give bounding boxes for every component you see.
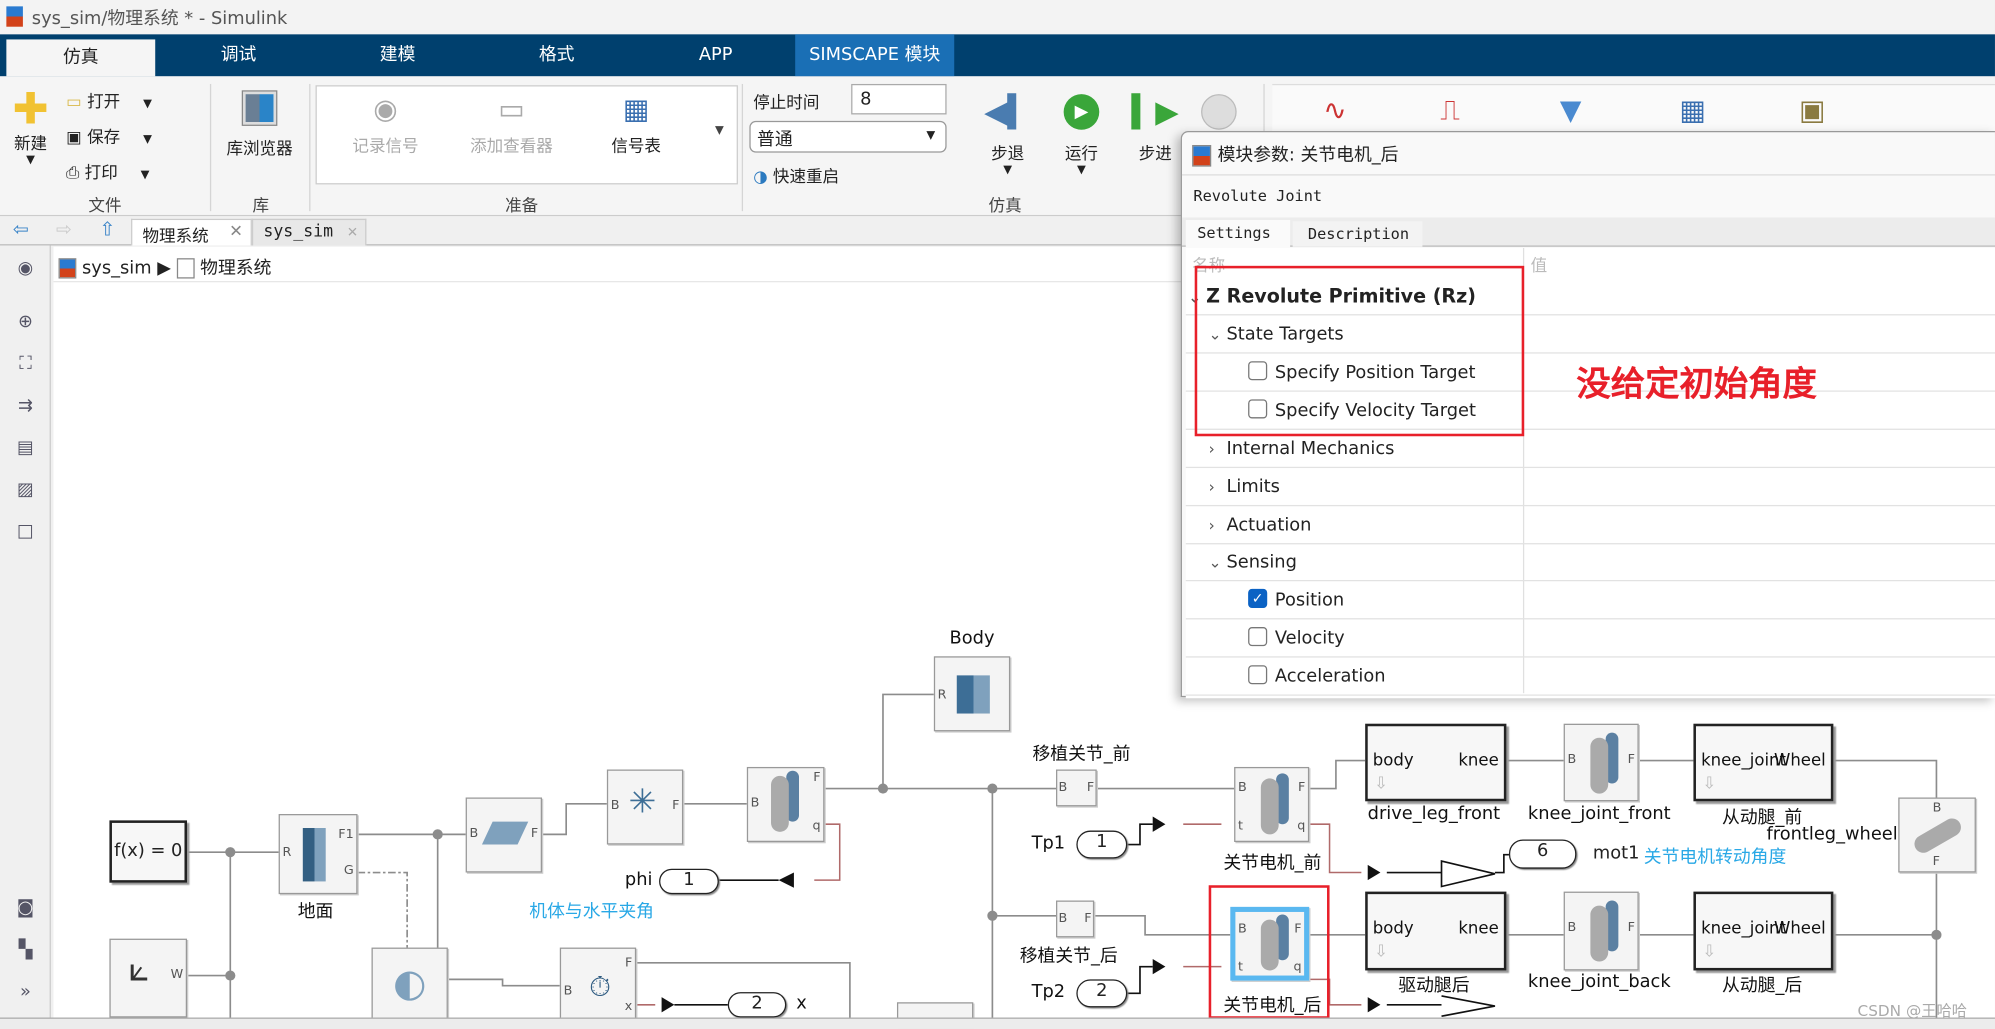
revolute-joint-icon (1911, 815, 1965, 857)
chevron-right-icon: › (1208, 516, 1215, 535)
solid-brick-icon (302, 828, 326, 882)
rigid-transform-block[interactable]: B F ✳ (606, 769, 684, 845)
drive-leg-front-label: drive_leg_front (1367, 803, 1501, 825)
weld-front-label: 移植关节_前 (1032, 744, 1131, 765)
gravity-arrow-icon: ⇩ (1702, 942, 1717, 962)
dialog-title: 模块参数: 关节电机_后 (1217, 144, 1399, 166)
outport-mot1-label: mot1 (1592, 843, 1640, 864)
inport-tp1-label: Tp1 (1031, 833, 1066, 854)
sensing-velocity-checkbox[interactable] (1248, 626, 1268, 646)
knee-back-label: knee_joint_back (1527, 971, 1671, 993)
dialog-title-bar: 模块参数: 关节电机_后 (1192, 141, 1398, 166)
joint-motor-back-block[interactable]: BFtq (1230, 906, 1310, 981)
frontleg-wheel-block[interactable]: BF (1898, 797, 1976, 873)
ground-block[interactable]: R F1 G (278, 814, 358, 895)
axes-icon: ⟀ (128, 947, 150, 990)
follow-back-label: 从动腿_后 (1722, 975, 1803, 996)
knee-joint-front-block[interactable]: BF (1563, 723, 1639, 802)
row-sensing-acceleration[interactable]: Acceleration (1185, 658, 1995, 696)
outport-phi-label: phi (624, 869, 653, 891)
drive-leg-back-label: 驱动腿后 (1398, 975, 1470, 996)
revolute-joint-icon (1590, 737, 1609, 794)
transform-axes-icon: ✳ (628, 783, 657, 822)
revolute-joint-icon (1260, 778, 1279, 835)
annotation-motor-angle: 关节电机转动角度 (1643, 847, 1787, 868)
gravity-arrow-icon: ⇩ (1374, 942, 1388, 962)
row-sensing-velocity[interactable]: Velocity (1185, 619, 1995, 658)
contact-icon: ◐ (393, 961, 427, 1007)
annotation-no-initial-angle: 没给定初始角度 (1576, 365, 1817, 405)
highlight-box-state-targets (1194, 265, 1525, 437)
column-header-value: 值 (1530, 256, 1548, 277)
row-sensing[interactable]: ⌄ Sensing (1185, 543, 1995, 582)
knee-front-label: knee_joint_front (1527, 803, 1671, 825)
stopwatch-icon: ⏱ (589, 971, 611, 1004)
row-actuation[interactable]: › Actuation (1185, 506, 1995, 545)
inport-tp2[interactable]: 2 (1076, 979, 1128, 1008)
outport-x[interactable]: 2 (727, 992, 787, 1018)
revolute-joint-icon (1260, 919, 1279, 971)
chevron-right-icon: › (1208, 478, 1215, 497)
revolute-joint-icon (1590, 905, 1609, 962)
motor-back-label: 关节电机_后 (1223, 995, 1322, 1017)
outport-mot1[interactable]: 6 (1508, 839, 1577, 869)
knee-joint-back-block[interactable]: BF (1563, 891, 1639, 971)
follow-leg-back-block[interactable]: knee_joint Wheel ⇩ (1693, 891, 1834, 971)
joint-motor-front-block[interactable]: BFtq (1234, 766, 1310, 842)
row-limits[interactable]: › Limits (1185, 468, 1995, 507)
weld-joint-front-block[interactable]: BF (1056, 769, 1097, 807)
contact-force-block[interactable]: ◐ (371, 947, 448, 1022)
follow-leg-front-block[interactable]: knee_joint Wheel ⇩ (1693, 723, 1834, 802)
gravity-arrow-icon: ⇩ (1702, 774, 1717, 794)
inport-tp2-label: Tp2 (1031, 981, 1066, 1003)
planar-joint-block[interactable]: BF (465, 797, 542, 873)
sensing-acceleration-checkbox[interactable] (1248, 664, 1268, 684)
inport-tp1[interactable]: 1 (1076, 830, 1128, 859)
cube-icon (956, 675, 990, 714)
gravity-arrow-icon: ⇩ (1374, 774, 1388, 794)
outport-phi[interactable]: 1 (659, 868, 719, 895)
wheel-label: frontleg_wheel (1766, 824, 1898, 845)
chevron-down-icon: ⌄ (1208, 553, 1222, 572)
weld-back-label: 移植关节_后 (1019, 946, 1118, 967)
block-parameters-dialog: 模块参数: 关节电机_后 Revolute Joint Settings Des… (1180, 131, 1995, 699)
motor-front-label: 关节电机_前 (1223, 853, 1322, 874)
weld-joint-back-block[interactable]: BF (1056, 900, 1095, 938)
sensing-position-checkbox[interactable]: ✓ (1248, 588, 1268, 608)
simulink-logo-icon (1192, 144, 1212, 166)
planar-joint-icon (481, 821, 529, 845)
solver-configuration-block[interactable]: f(x) = 0 (109, 820, 188, 883)
revolute-joint-block[interactable]: BFq (746, 766, 825, 842)
row-sensing-position[interactable]: ✓ Position (1185, 581, 1995, 620)
dialog-tabs: Settings Description (1181, 217, 1995, 249)
world-frame-block[interactable]: W ⟀ (109, 938, 188, 1018)
body-label: Body (949, 628, 995, 649)
transform-sensor-block[interactable]: B Fx ⏱ (559, 947, 637, 1022)
outport-x-label: x (796, 993, 807, 1014)
annotation-body-angle: 机体与水平夹角 (529, 901, 654, 923)
revolute-joint-icon (771, 775, 789, 832)
block-type-label: Revolute Joint (1193, 186, 1323, 205)
tab-description[interactable]: Description (1292, 221, 1423, 247)
ground-label: 地面 (297, 901, 334, 923)
tab-settings[interactable]: Settings (1185, 220, 1291, 249)
drive-leg-front-block[interactable]: body knee ⇩ (1365, 723, 1507, 802)
status-bar (0, 1017, 1995, 1029)
drive-leg-back-block[interactable]: body knee ⇩ (1365, 891, 1507, 971)
body-block[interactable]: R (933, 656, 1011, 732)
